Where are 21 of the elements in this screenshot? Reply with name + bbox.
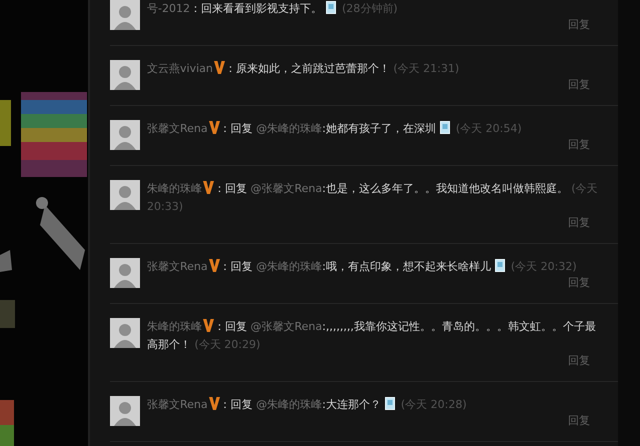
user-name[interactable]: 张馨文Rena (147, 122, 208, 135)
reply-link[interactable]: 回复 (568, 136, 598, 154)
user-name[interactable]: 朱峰的珠峰 (147, 320, 202, 333)
comment-text: 号-2012：回来看看到影视支持下。 (28分钟前) (147, 0, 399, 17)
reply-link[interactable]: 回复 (568, 274, 598, 292)
comment-text: 文云燕vivian ：原来如此，之前跳过芭蕾那个！ (今天 21:31) (147, 60, 460, 77)
user-name[interactable]: 张馨文Rena (147, 398, 208, 411)
reply-link[interactable]: 回复 (568, 16, 598, 34)
reply-link[interactable]: 回复 (568, 352, 598, 370)
user-name[interactable]: 朱峰的珠峰 (147, 182, 202, 195)
reply-link[interactable]: 回复 (568, 214, 598, 232)
comment-text: 朱峰的珠峰 ：回复 @张馨文Rena:,,,,,,,,我靠你这记性。。青岛的。。。韩文虹。。个子最高那个！ (今天 20:29) (147, 318, 597, 353)
user-name[interactable]: 文云燕vivian (147, 62, 213, 75)
reply-link[interactable]: 回复 (568, 412, 598, 430)
user-name[interactable]: 张馨文Rena (147, 260, 208, 273)
comment-text: 张馨文Rena ：回复 @朱峰的珠峰:她都有孩子了，在深圳 (今天 20:54) (147, 120, 523, 137)
user-name[interactable]: 号-2012 (147, 2, 190, 15)
reply-link[interactable]: 回复 (568, 76, 598, 94)
comment-text: 张馨文Rena ：回复 @朱峰的珠峰:哦，有点印象，想不起来长啥样儿 (今天 20:32) (147, 258, 578, 275)
comment-text: 朱峰的珠峰 ：回复 @张馨文Rena:也是，这么多年了。。我知道他改名叫做韩熙庭。 (今天 20:33) (147, 180, 598, 215)
comment-text: 张馨文Rena ：回复 @朱峰的珠峰:大连那个？ (今天 20:28) (147, 396, 468, 413)
